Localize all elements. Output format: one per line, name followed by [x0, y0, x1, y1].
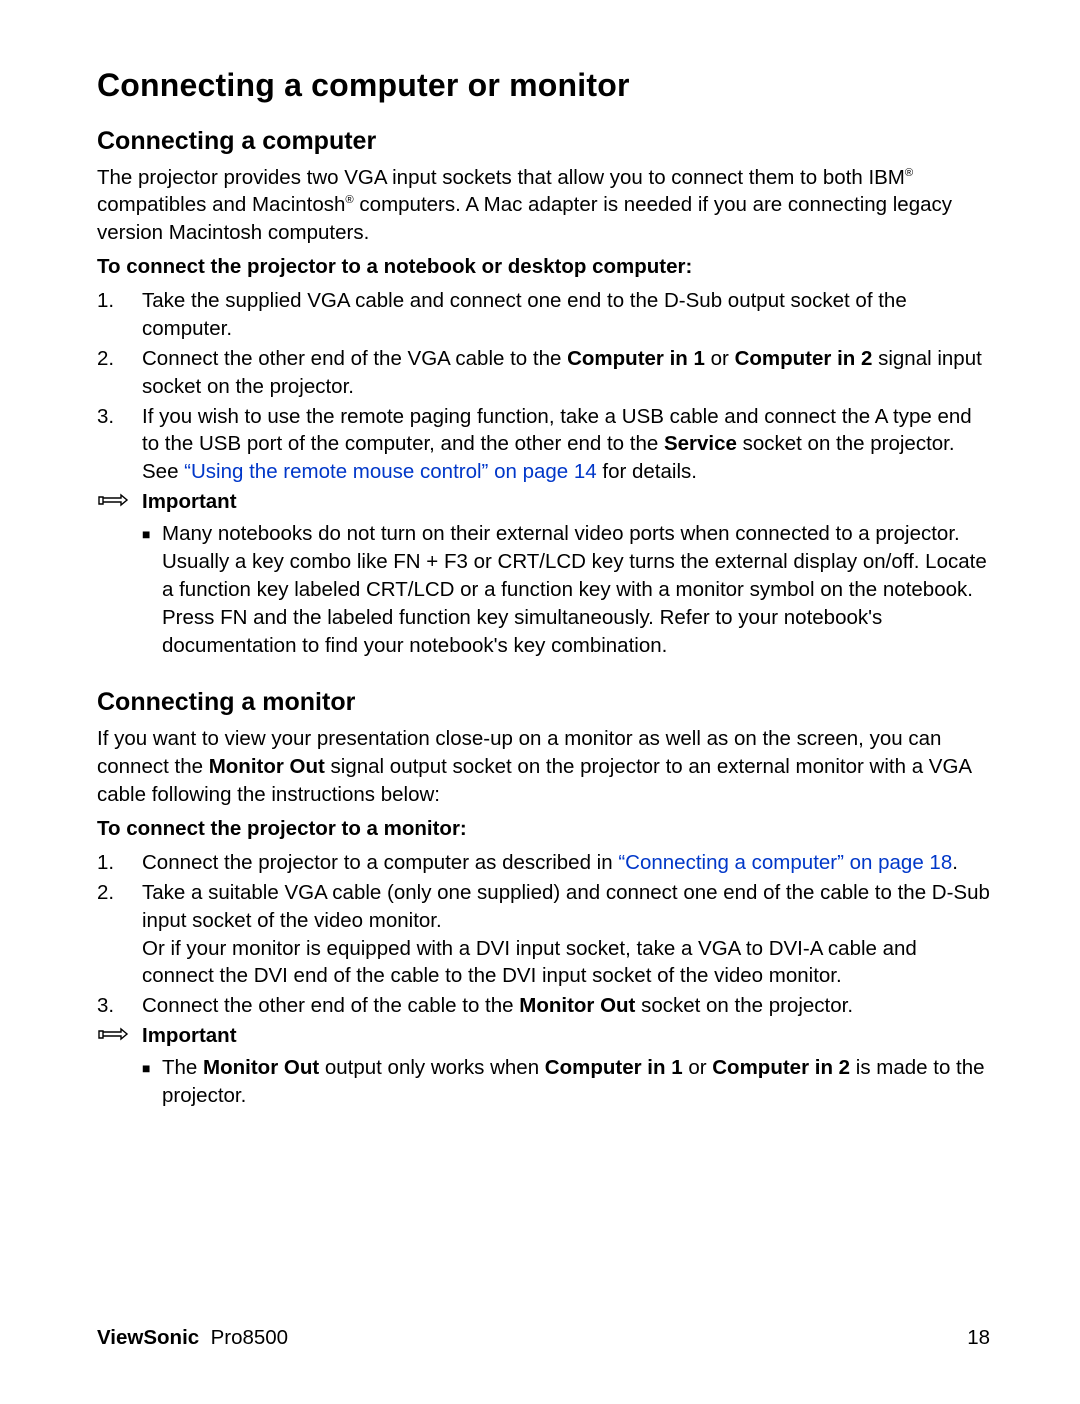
important-note: Important ■ The Monitor Out output only … — [97, 1022, 990, 1110]
section-heading-monitor: Connecting a monitor — [97, 685, 990, 719]
square-bullet-icon: ■ — [142, 520, 162, 659]
bold-text: Computer in 2 — [712, 1056, 850, 1079]
list-text: Take the supplied VGA cable and connect … — [142, 287, 990, 343]
text: Take a suitable VGA cable (only one supp… — [142, 879, 990, 935]
list-number: 1. — [97, 849, 142, 877]
list-item: 2. Connect the other end of the VGA cabl… — [97, 345, 990, 401]
text: socket on the projector. — [635, 994, 853, 1017]
page-title: Connecting a computer or monitor — [97, 64, 990, 108]
list-item: 2. Take a suitable VGA cable (only one s… — [97, 879, 990, 991]
section2-ordered-list: 1. Connect the projector to a computer a… — [97, 849, 990, 1020]
text: . — [952, 851, 958, 874]
section1-ordered-list: 1. Take the supplied VGA cable and conne… — [97, 287, 990, 486]
footer-brand: ViewSonic — [97, 1326, 199, 1349]
section-heading-computer: Connecting a computer — [97, 124, 990, 158]
note-text: Many notebooks do not turn on their exte… — [162, 520, 990, 659]
text: compatibles and Macintosh — [97, 193, 345, 216]
bold-text: Service — [664, 432, 737, 455]
text: Connect the other end of the cable to th… — [142, 994, 519, 1017]
list-number: 2. — [97, 879, 142, 991]
registered-mark: ® — [345, 195, 353, 207]
section2-paragraph: If you want to view your presentation cl… — [97, 725, 990, 809]
list-number: 2. — [97, 345, 142, 401]
section2-subheading: To connect the projector to a monitor: — [97, 815, 990, 843]
hand-point-icon — [97, 1022, 142, 1110]
note-bullet: ■ The Monitor Out output only works when… — [142, 1054, 990, 1110]
bold-text: Computer in 1 — [545, 1056, 683, 1079]
note-bullet: ■ Many notebooks do not turn on their ex… — [142, 520, 990, 659]
text: output only works when — [319, 1056, 545, 1079]
text: The projector provides two VGA input soc… — [97, 166, 905, 189]
text: Connect the other end of the VGA cable t… — [142, 347, 567, 370]
footer-product: ViewSonic Pro8500 — [97, 1324, 288, 1352]
bold-text: Monitor Out — [209, 755, 325, 778]
page-footer: ViewSonic Pro8500 18 — [97, 1324, 990, 1352]
text: Or if your monitor is equipped with a DV… — [142, 935, 990, 991]
bold-text: Monitor Out — [203, 1056, 319, 1079]
bold-text: Computer in 1 — [567, 347, 705, 370]
text: Connect the projector to a computer as d… — [142, 851, 618, 874]
list-item: 3. Connect the other end of the cable to… — [97, 992, 990, 1020]
list-text: Take a suitable VGA cable (only one supp… — [142, 879, 990, 991]
registered-mark: ® — [905, 167, 913, 179]
footer-page-number: 18 — [967, 1324, 990, 1352]
bold-text: Monitor Out — [519, 994, 635, 1017]
list-text: Connect the other end of the VGA cable t… — [142, 345, 990, 401]
section1-paragraph: The projector provides two VGA input soc… — [97, 164, 990, 248]
note-text: The Monitor Out output only works when C… — [162, 1054, 990, 1110]
list-text: Connect the other end of the cable to th… — [142, 992, 990, 1020]
list-item: 1. Take the supplied VGA cable and conne… — [97, 287, 990, 343]
square-bullet-icon: ■ — [142, 1054, 162, 1110]
list-item: 3. If you wish to use the remote paging … — [97, 403, 990, 487]
list-number: 1. — [97, 287, 142, 343]
footer-model: Pro8500 — [211, 1326, 289, 1349]
hand-point-icon — [97, 488, 142, 659]
bold-text: Computer in 2 — [735, 347, 873, 370]
list-number: 3. — [97, 403, 142, 487]
cross-reference-link[interactable]: “Using the remote mouse control” on page… — [184, 460, 597, 483]
list-item: 1. Connect the projector to a computer a… — [97, 849, 990, 877]
text: or — [683, 1056, 713, 1079]
important-note: Important ■ Many notebooks do not turn o… — [97, 488, 990, 659]
text: for details. — [597, 460, 697, 483]
list-text: If you wish to use the remote paging fun… — [142, 403, 990, 487]
note-title: Important — [142, 1022, 990, 1050]
cross-reference-link[interactable]: “Connecting a computer” on page 18 — [618, 851, 952, 874]
section1-subheading: To connect the projector to a notebook o… — [97, 253, 990, 281]
note-title: Important — [142, 488, 990, 516]
list-number: 3. — [97, 992, 142, 1020]
list-text: Connect the projector to a computer as d… — [142, 849, 990, 877]
text: The — [162, 1056, 203, 1079]
text: or — [705, 347, 735, 370]
